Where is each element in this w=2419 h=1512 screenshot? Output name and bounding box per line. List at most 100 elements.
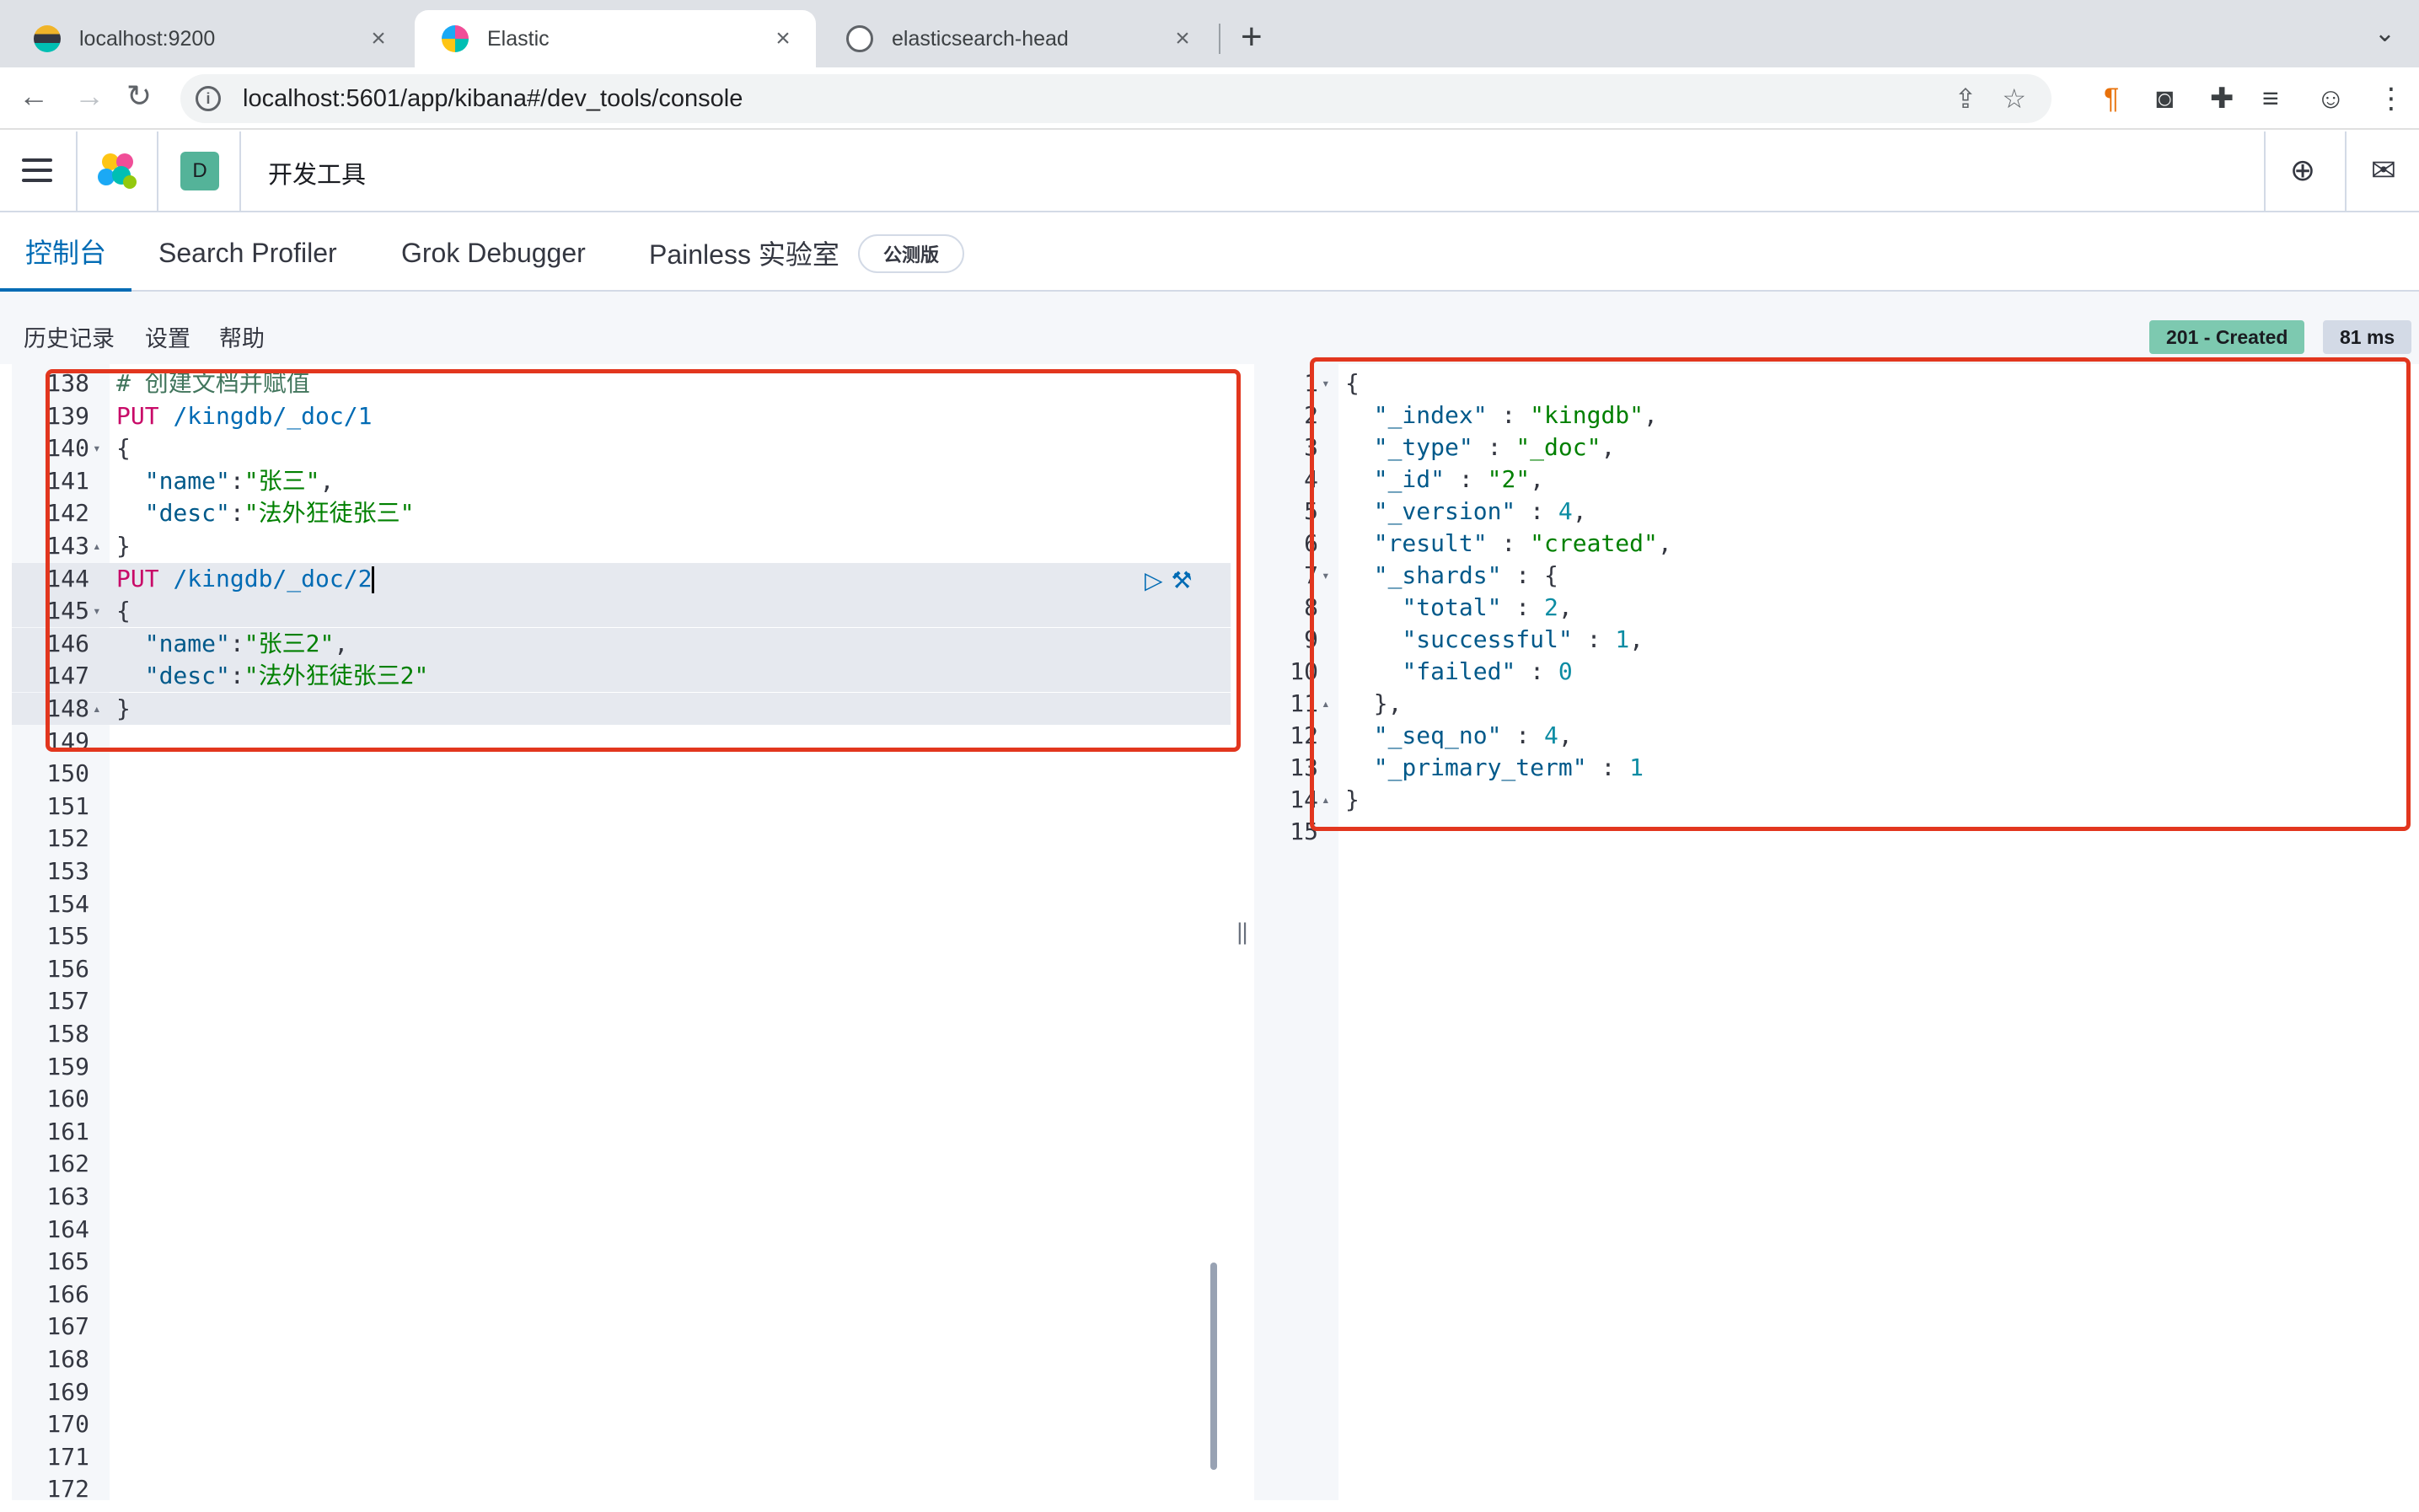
elastic-logo-icon[interactable] — [96, 150, 138, 192]
code-line[interactable]: 158 — [12, 1018, 1231, 1050]
line-number: 9 — [1304, 625, 1318, 653]
browser-tab-strip: localhost:9200 × Elastic × elasticsearch… — [0, 0, 2419, 67]
code-line[interactable]: 168 — [12, 1343, 1231, 1375]
code-line[interactable]: 164 — [12, 1214, 1231, 1246]
code-line[interactable]: 154 — [12, 888, 1231, 920]
reading-list-icon[interactable]: ≡ — [2262, 83, 2279, 115]
code-line[interactable]: 156 — [12, 953, 1231, 985]
puzzle-extensions-icon[interactable]: ✚ — [2210, 83, 2234, 115]
info-icon[interactable]: i — [196, 86, 221, 111]
extension-mask-icon[interactable]: ◙ — [2156, 83, 2174, 115]
close-tab-icon[interactable]: × — [770, 24, 796, 53]
back-icon[interactable]: ← — [19, 79, 49, 113]
line-number: 10 — [1290, 657, 1318, 685]
tab-console[interactable]: 控制台 — [0, 214, 131, 292]
browser-tab-elasticsearch-head[interactable]: elasticsearch-head × — [819, 10, 1215, 67]
close-tab-icon[interactable]: × — [1170, 24, 1195, 53]
line-number: 164 — [46, 1214, 89, 1243]
code-line[interactable]: 165 — [12, 1246, 1231, 1278]
browser-toolbar: ← → ↻ i localhost:5601/app/kibana#/dev_t… — [0, 67, 2419, 130]
code-line[interactable]: 151 — [12, 791, 1231, 823]
line-number: 3 — [1304, 433, 1318, 461]
line-number: 167 — [46, 1312, 89, 1341]
new-tab-icon[interactable]: + — [1241, 19, 1263, 56]
line-number: 171 — [46, 1442, 89, 1471]
history-link[interactable]: 历史记录 — [24, 320, 115, 353]
line-number: 166 — [46, 1279, 89, 1308]
request-time-badge: 81 ms — [2323, 320, 2412, 354]
kibana-header: D 开发工具 ⊕ ✉ — [0, 131, 2419, 212]
line-number: 4 — [1304, 465, 1318, 493]
tab-grok-debugger[interactable]: Grok Debugger — [401, 214, 586, 292]
line-number: 158 — [46, 1020, 89, 1048]
line-number: 12 — [1290, 721, 1318, 749]
line-number: 170 — [46, 1410, 89, 1439]
tab-search-profiler[interactable]: Search Profiler — [158, 214, 337, 292]
browser-tab-elastic[interactable]: Elastic × — [415, 10, 816, 67]
help-lifebuoy-icon[interactable]: ⊕ — [2284, 152, 2321, 189]
elasticsearch-favicon-icon — [34, 25, 61, 52]
header-divider — [2345, 131, 2347, 212]
more-menu-icon[interactable]: ⋮ — [2377, 83, 2406, 115]
reload-icon[interactable]: ↻ — [126, 79, 152, 113]
line-number: 153 — [46, 857, 89, 885]
line-number: 152 — [46, 824, 89, 853]
code-line[interactable]: 157 — [12, 985, 1231, 1017]
code-line[interactable]: 162 — [12, 1148, 1231, 1180]
code-line[interactable]: 167 — [12, 1311, 1231, 1343]
mail-icon[interactable]: ✉ — [2365, 152, 2402, 189]
code-line[interactable]: 155 — [12, 920, 1231, 952]
profile-avatar-icon[interactable]: ☺ — [2316, 83, 2346, 115]
bookmark-star-icon[interactable]: ☆ — [2002, 83, 2026, 115]
editor-highlight-box — [46, 369, 1241, 752]
header-divider — [239, 131, 241, 212]
code-line[interactable]: 161 — [12, 1116, 1231, 1148]
close-tab-icon[interactable]: × — [366, 24, 391, 53]
line-number: 1 — [1304, 369, 1318, 397]
code-line[interactable]: 172 — [12, 1473, 1231, 1500]
code-line[interactable]: 152 — [12, 823, 1231, 855]
chevron-down-icon[interactable]: ⌄ — [2374, 19, 2395, 48]
line-number: 161 — [46, 1117, 89, 1145]
globe-icon — [846, 25, 873, 52]
menu-hamburger-icon[interactable] — [22, 158, 52, 189]
line-number: 155 — [46, 922, 89, 951]
code-line[interactable]: 166 — [12, 1279, 1231, 1311]
help-link[interactable]: 帮助 — [219, 320, 265, 353]
line-number: 14 — [1290, 785, 1318, 813]
tab-title: elasticsearch-head — [892, 26, 1069, 51]
dev-tools-tabs: 控制台 Search Profiler Grok Debugger Painle… — [0, 214, 2419, 292]
code-line[interactable]: 159 — [12, 1051, 1231, 1083]
line-number: 159 — [46, 1052, 89, 1080]
line-number: 169 — [46, 1377, 89, 1406]
tab-title: localhost:9200 — [79, 26, 216, 51]
settings-link[interactable]: 设置 — [145, 320, 190, 353]
url-text[interactable]: localhost:5601/app/kibana#/dev_tools/con… — [243, 85, 1955, 113]
line-number: 168 — [46, 1345, 89, 1373]
line-number: 151 — [46, 791, 89, 820]
line-number: 7 — [1304, 561, 1318, 589]
address-bar[interactable]: i localhost:5601/app/kibana#/dev_tools/c… — [180, 74, 2052, 123]
code-line[interactable]: 150 — [12, 758, 1231, 790]
header-divider — [157, 131, 158, 212]
forward-icon[interactable]: → — [74, 79, 105, 113]
code-line[interactable]: 163 — [12, 1181, 1231, 1213]
code-line[interactable]: 169 — [12, 1376, 1231, 1408]
code-line[interactable]: 171 — [12, 1441, 1231, 1473]
share-icon[interactable]: ⇪ — [1955, 83, 1977, 115]
tab-painless-lab[interactable]: Painless 实验室 — [649, 214, 839, 292]
line-number: 162 — [46, 1150, 89, 1178]
code-line[interactable]: 160 — [12, 1083, 1231, 1115]
elastic-favicon-icon — [442, 25, 469, 52]
line-number: 8 — [1304, 593, 1318, 621]
code-line[interactable]: 153 — [12, 855, 1231, 887]
editor-scrollbar[interactable] — [1210, 1263, 1217, 1470]
code-line[interactable]: 170 — [12, 1408, 1231, 1440]
page-title: 开发工具 — [268, 162, 367, 189]
browser-tab-localhost[interactable]: localhost:9200 × — [7, 10, 411, 67]
space-avatar[interactable]: D — [180, 152, 219, 190]
pilcrow-extension-icon[interactable]: ¶ — [2104, 83, 2119, 115]
line-number: 6 — [1304, 529, 1318, 557]
status-badge: 201 - Created — [2149, 320, 2305, 354]
line-number: 156 — [46, 954, 89, 983]
